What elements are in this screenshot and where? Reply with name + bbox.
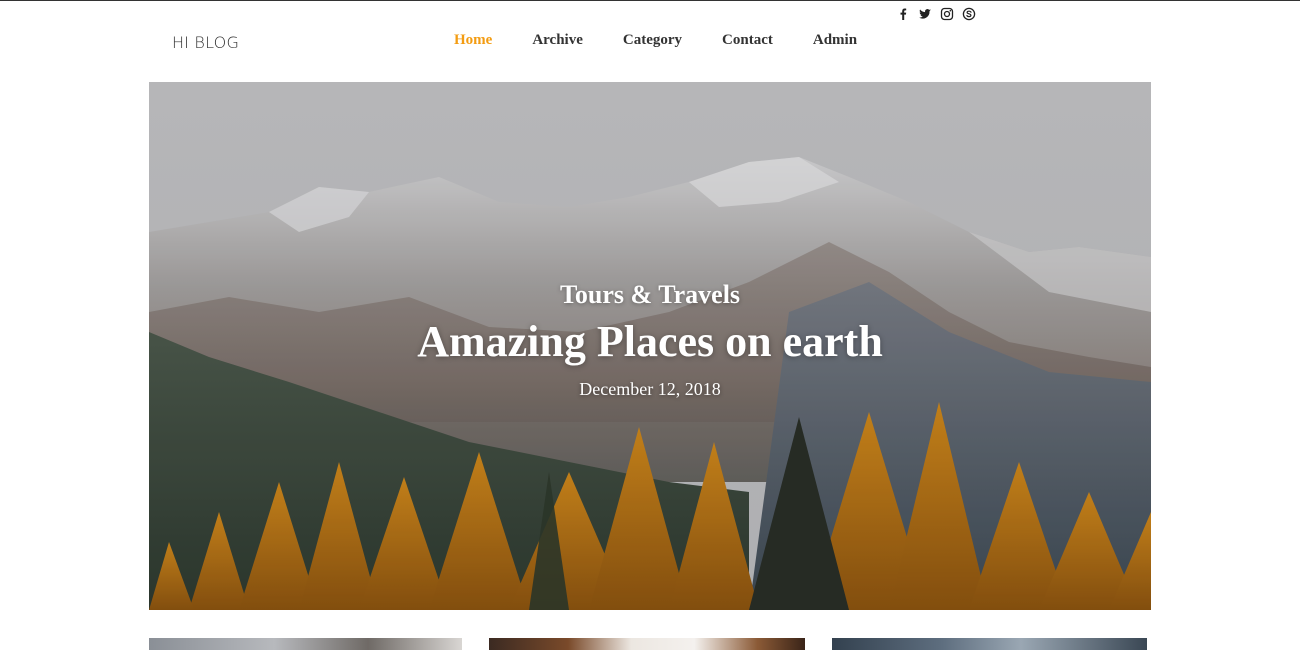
main-nav: Home Archive Category Contact Admin bbox=[454, 32, 897, 49]
hero-category[interactable]: Tours & Travels bbox=[560, 280, 740, 310]
hero-title[interactable]: Amazing Places on earth bbox=[417, 316, 883, 367]
nav-item-contact[interactable]: Contact bbox=[722, 32, 773, 49]
post-thumbnail-3[interactable] bbox=[832, 638, 1147, 650]
nav-item-archive[interactable]: Archive bbox=[532, 32, 583, 49]
post-thumbnail-2[interactable] bbox=[489, 638, 805, 650]
nav-item-home[interactable]: Home bbox=[454, 32, 492, 49]
nav-item-category[interactable]: Category bbox=[623, 32, 682, 49]
post-thumbnail-1[interactable] bbox=[149, 638, 462, 650]
social-links bbox=[896, 7, 976, 21]
hero-date: December 12, 2018 bbox=[579, 379, 721, 399]
hero-banner[interactable]: Tours & Travels Amazing Places on earth … bbox=[149, 82, 1151, 610]
twitter-icon[interactable] bbox=[918, 7, 932, 21]
top-border bbox=[0, 0, 1300, 1]
nav-item-admin[interactable]: Admin bbox=[813, 32, 857, 49]
site-logo[interactable]: HI BLOG bbox=[172, 33, 239, 52]
skype-icon[interactable] bbox=[962, 7, 976, 21]
instagram-icon[interactable] bbox=[940, 7, 954, 21]
facebook-icon[interactable] bbox=[896, 7, 910, 21]
hero-text: Tours & Travels Amazing Places on earth … bbox=[149, 82, 1151, 610]
